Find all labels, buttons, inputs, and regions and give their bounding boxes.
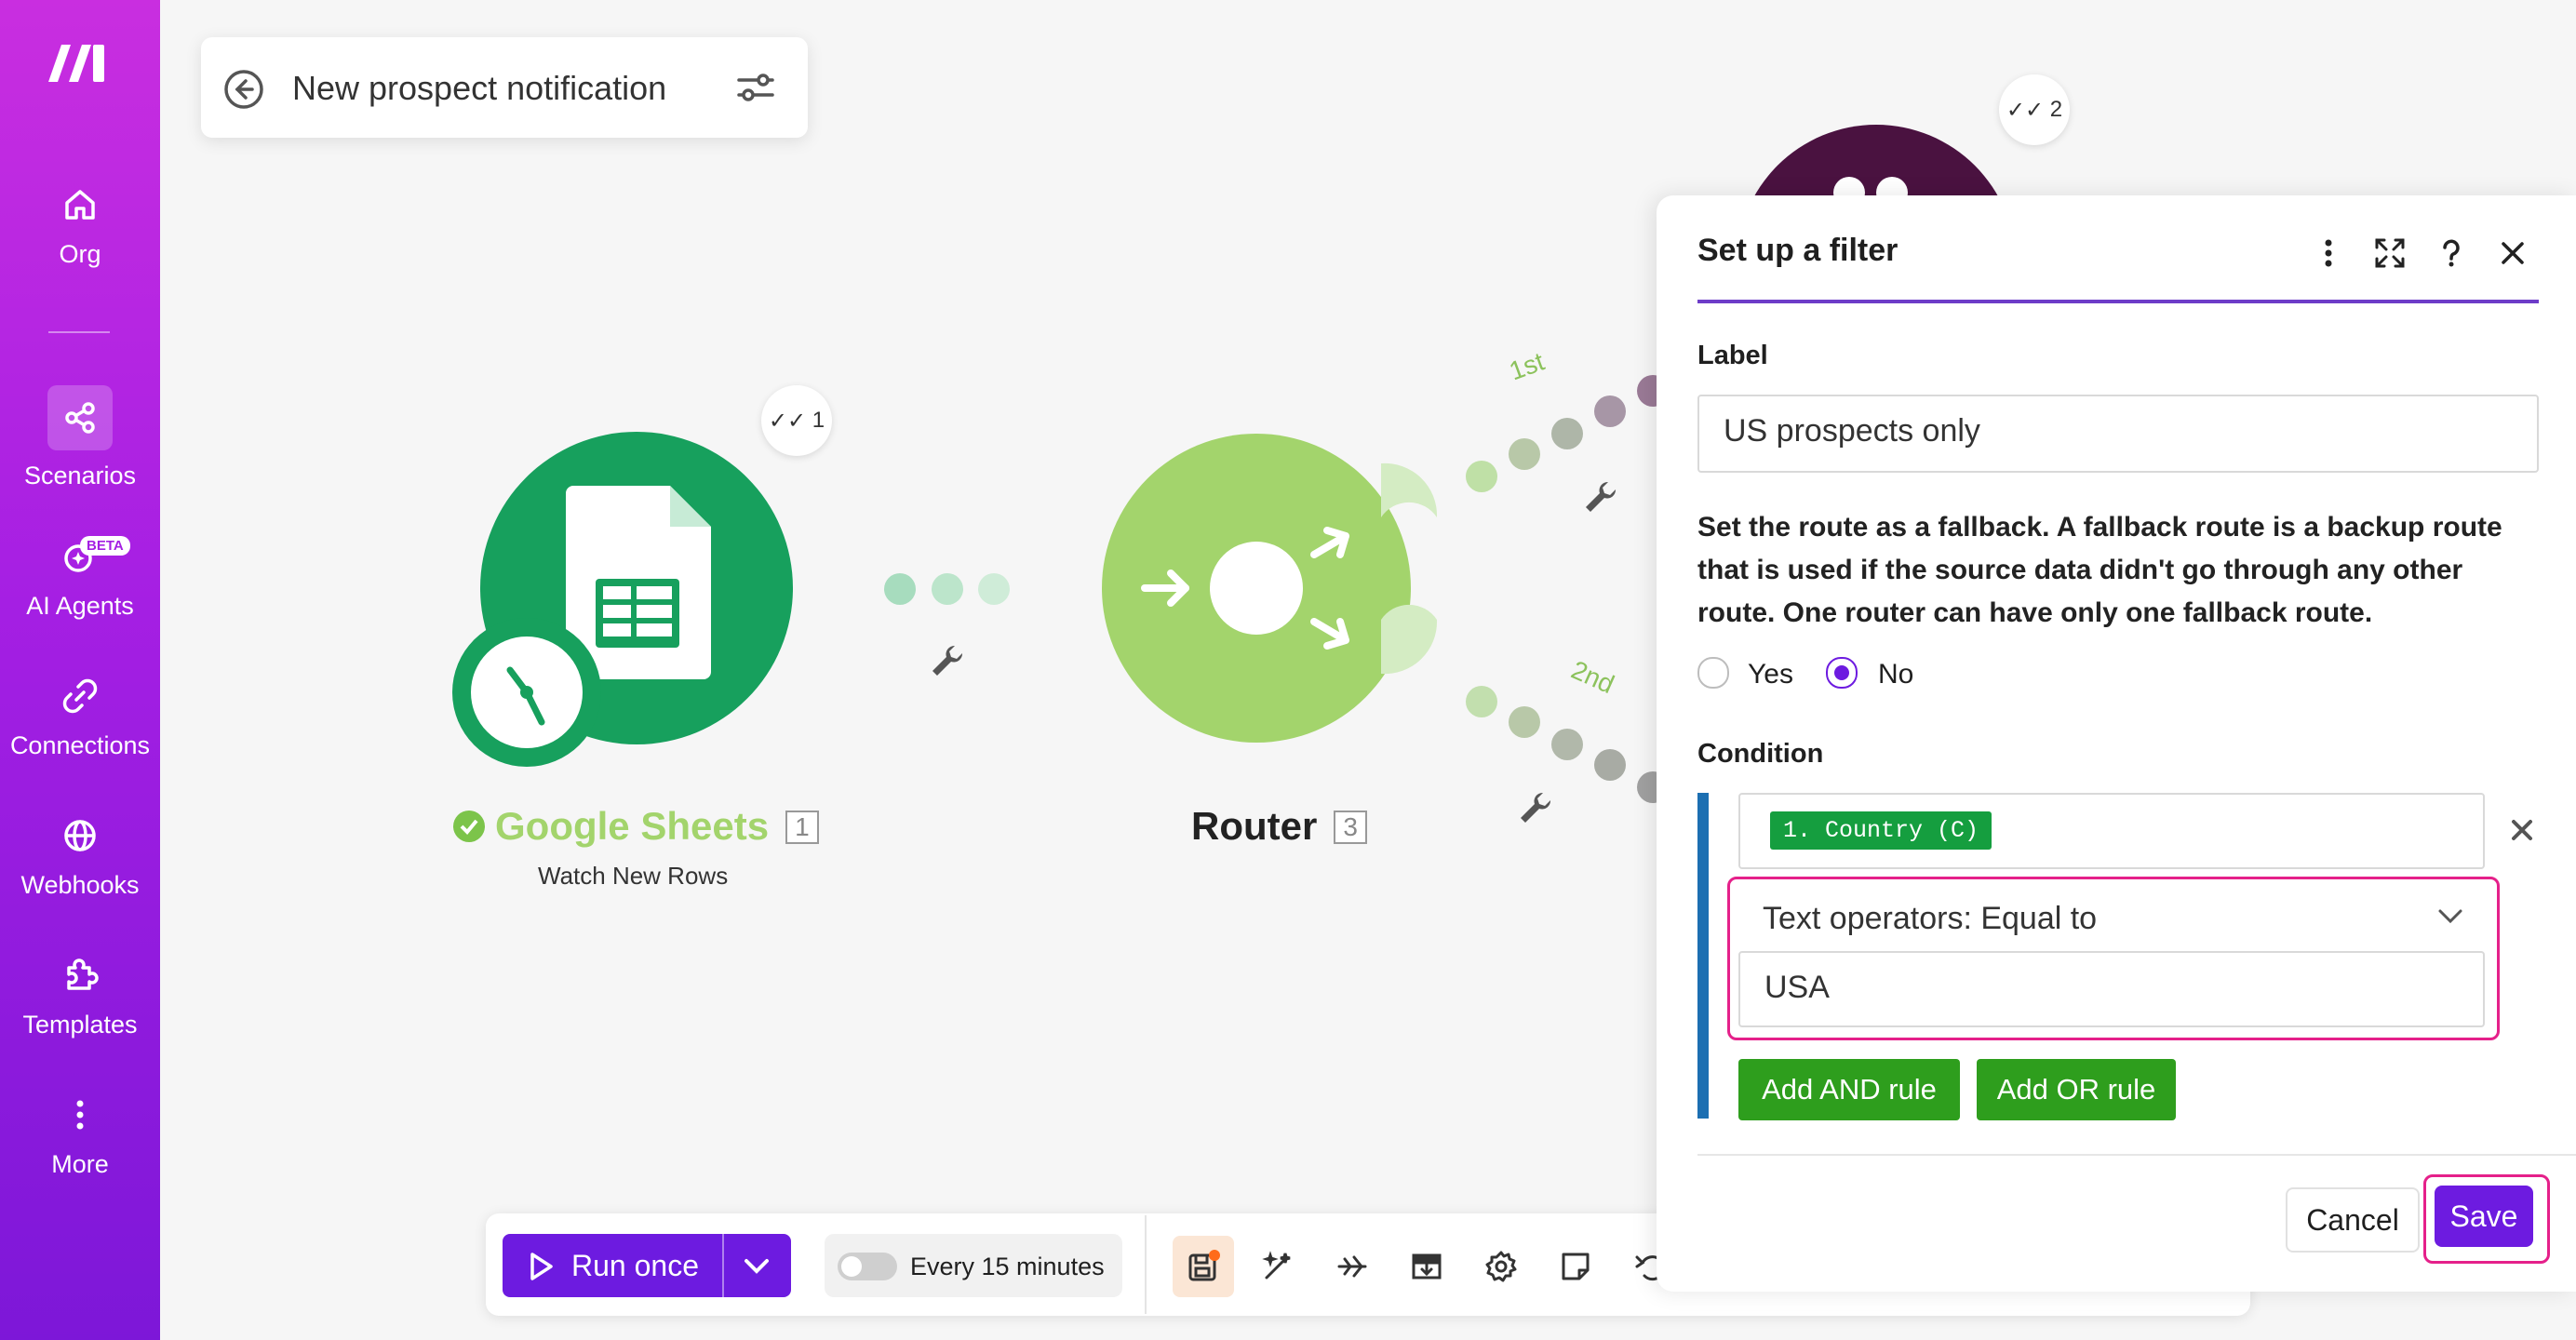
chevron-down-icon[interactable]: [741, 1253, 772, 1280]
notes-button[interactable]: [1545, 1236, 1606, 1297]
expand-icon[interactable]: [2373, 236, 2407, 270]
sidebar-item-label: AI Agents: [26, 592, 134, 620]
operator-value: Text operators: Equal to: [1763, 901, 2098, 936]
schedule-toggle[interactable]: [838, 1253, 897, 1280]
sidebar-item-templates[interactable]: Templates: [0, 953, 160, 1039]
connection-gs-router[interactable]: [791, 521, 1033, 707]
checks-icon: ✓✓: [2006, 97, 2050, 123]
export-icon: [1412, 1253, 1442, 1280]
google-sheets-title: Google Sheets 1: [452, 804, 819, 849]
condition-value-input[interactable]: USA: [1738, 951, 2485, 1027]
checks-icon: ✓✓: [768, 408, 812, 434]
fallback-yes-radio[interactable]: [1697, 657, 1729, 689]
scenario-settings-icon[interactable]: [735, 69, 776, 106]
remove-condition-icon[interactable]: [2505, 813, 2539, 847]
close-icon[interactable]: [2496, 236, 2529, 270]
note-icon: [1562, 1253, 1590, 1280]
sidebar-item-label: Connections: [9, 731, 151, 759]
cancel-button[interactable]: Cancel: [2286, 1187, 2420, 1253]
sidebar-item-scenarios[interactable]: Scenarios: [0, 385, 160, 490]
sidebar-item-label: Scenarios: [23, 462, 137, 489]
condition-group-bar: [1697, 793, 1709, 1119]
back-icon[interactable]: [221, 67, 266, 112]
more-vertical-icon[interactable]: [2312, 236, 2345, 270]
fallback-no-label[interactable]: No: [1878, 659, 1913, 690]
sidebar-item-webhooks[interactable]: Webhooks: [0, 813, 160, 900]
chevron-down-icon: [2438, 909, 2462, 924]
filter-label-input[interactable]: US prospects only: [1697, 395, 2539, 473]
sidebar: Org Scenarios AI Agents BETA Connections…: [0, 0, 160, 1340]
link-icon: [62, 678, 98, 714]
filter-panel: Set up a filter Label US prospects only …: [1657, 195, 2576, 1292]
sidebar-divider: [48, 331, 110, 333]
schedule-control[interactable]: Every 15 minutes: [825, 1234, 1122, 1297]
more-vertical-icon: [76, 1100, 84, 1130]
module-number: 3: [1334, 811, 1367, 844]
success-check-icon: [453, 811, 485, 842]
share-nodes-icon: [65, 402, 95, 434]
panel-title: Set up a filter: [1697, 233, 1898, 268]
flow-explain-button[interactable]: [1322, 1236, 1383, 1297]
module-subtitle: Watch New Rows: [538, 862, 729, 890]
sidebar-item-label: Org: [59, 240, 101, 268]
sidebar-item-label: Templates: [22, 1011, 138, 1038]
run-once-button[interactable]: Run once: [503, 1234, 791, 1297]
help-icon[interactable]: [2435, 236, 2468, 270]
router-module[interactable]: [1102, 434, 1411, 743]
panel-header-divider: [1697, 300, 2539, 303]
scenario-title-card: New prospect notification: [201, 37, 808, 138]
fallback-description: Set the route as a fallback. A fallback …: [1697, 512, 2502, 628]
footer-divider: [1697, 1154, 2576, 1156]
home-icon: [65, 190, 95, 220]
wrench-icon[interactable]: [1517, 789, 1554, 826]
fallback-yes-label[interactable]: Yes: [1748, 659, 1793, 690]
globe-icon: [64, 820, 96, 851]
play-icon: [530, 1253, 553, 1280]
condition-field-input[interactable]: 1. Country (C): [1738, 793, 2485, 869]
settings-icon: [1485, 1251, 1517, 1282]
fallback-no-radio[interactable]: [1826, 657, 1858, 689]
puzzle-icon: [67, 958, 99, 990]
router-icon: [1141, 527, 1349, 650]
schedule-label: Every 15 minutes: [910, 1253, 1105, 1280]
module-number: 1: [785, 811, 819, 844]
router-routes[interactable]: [1377, 354, 1675, 819]
auto-align-button[interactable]: [1247, 1236, 1308, 1297]
add-and-rule-button[interactable]: Add AND rule: [1738, 1059, 1960, 1120]
scenario-settings-button[interactable]: [1470, 1236, 1532, 1297]
sidebar-item-connections[interactable]: Connections: [0, 674, 160, 760]
sidebar-item-more[interactable]: More: [0, 1092, 160, 1179]
scenario-title[interactable]: New prospect notification: [292, 69, 666, 108]
field-chip[interactable]: 1. Country (C): [1770, 811, 1992, 850]
operation-count-badge[interactable]: ✓✓ 2: [1999, 74, 2070, 145]
save-icon: [1188, 1250, 1220, 1281]
label-heading: Label: [1697, 341, 1768, 370]
condition-heading: Condition: [1697, 739, 1824, 769]
sidebar-item-org[interactable]: Org: [0, 182, 160, 269]
add-or-rule-button[interactable]: Add OR rule: [1977, 1059, 2176, 1120]
magic-wand-icon: [1262, 1251, 1291, 1280]
export-button[interactable]: [1396, 1236, 1457, 1297]
wrench-icon[interactable]: [1582, 478, 1619, 516]
wrench-icon[interactable]: [929, 642, 966, 679]
sidebar-item-label: Webhooks: [20, 871, 140, 899]
sidebar-item-label: More: [51, 1150, 109, 1178]
make-logo[interactable]: [45, 41, 112, 90]
clock-trigger-icon: [452, 618, 601, 767]
beta-badge: BETA: [80, 536, 130, 556]
operation-count-badge[interactable]: ✓✓ 1: [761, 385, 832, 456]
save-button[interactable]: Save: [2435, 1186, 2533, 1247]
router-title: Router 3: [1191, 804, 1367, 849]
save-tool-button[interactable]: [1173, 1236, 1234, 1297]
airplane-icon: [1337, 1255, 1367, 1278]
operator-select[interactable]: Text operators: Equal to: [1738, 888, 2483, 947]
